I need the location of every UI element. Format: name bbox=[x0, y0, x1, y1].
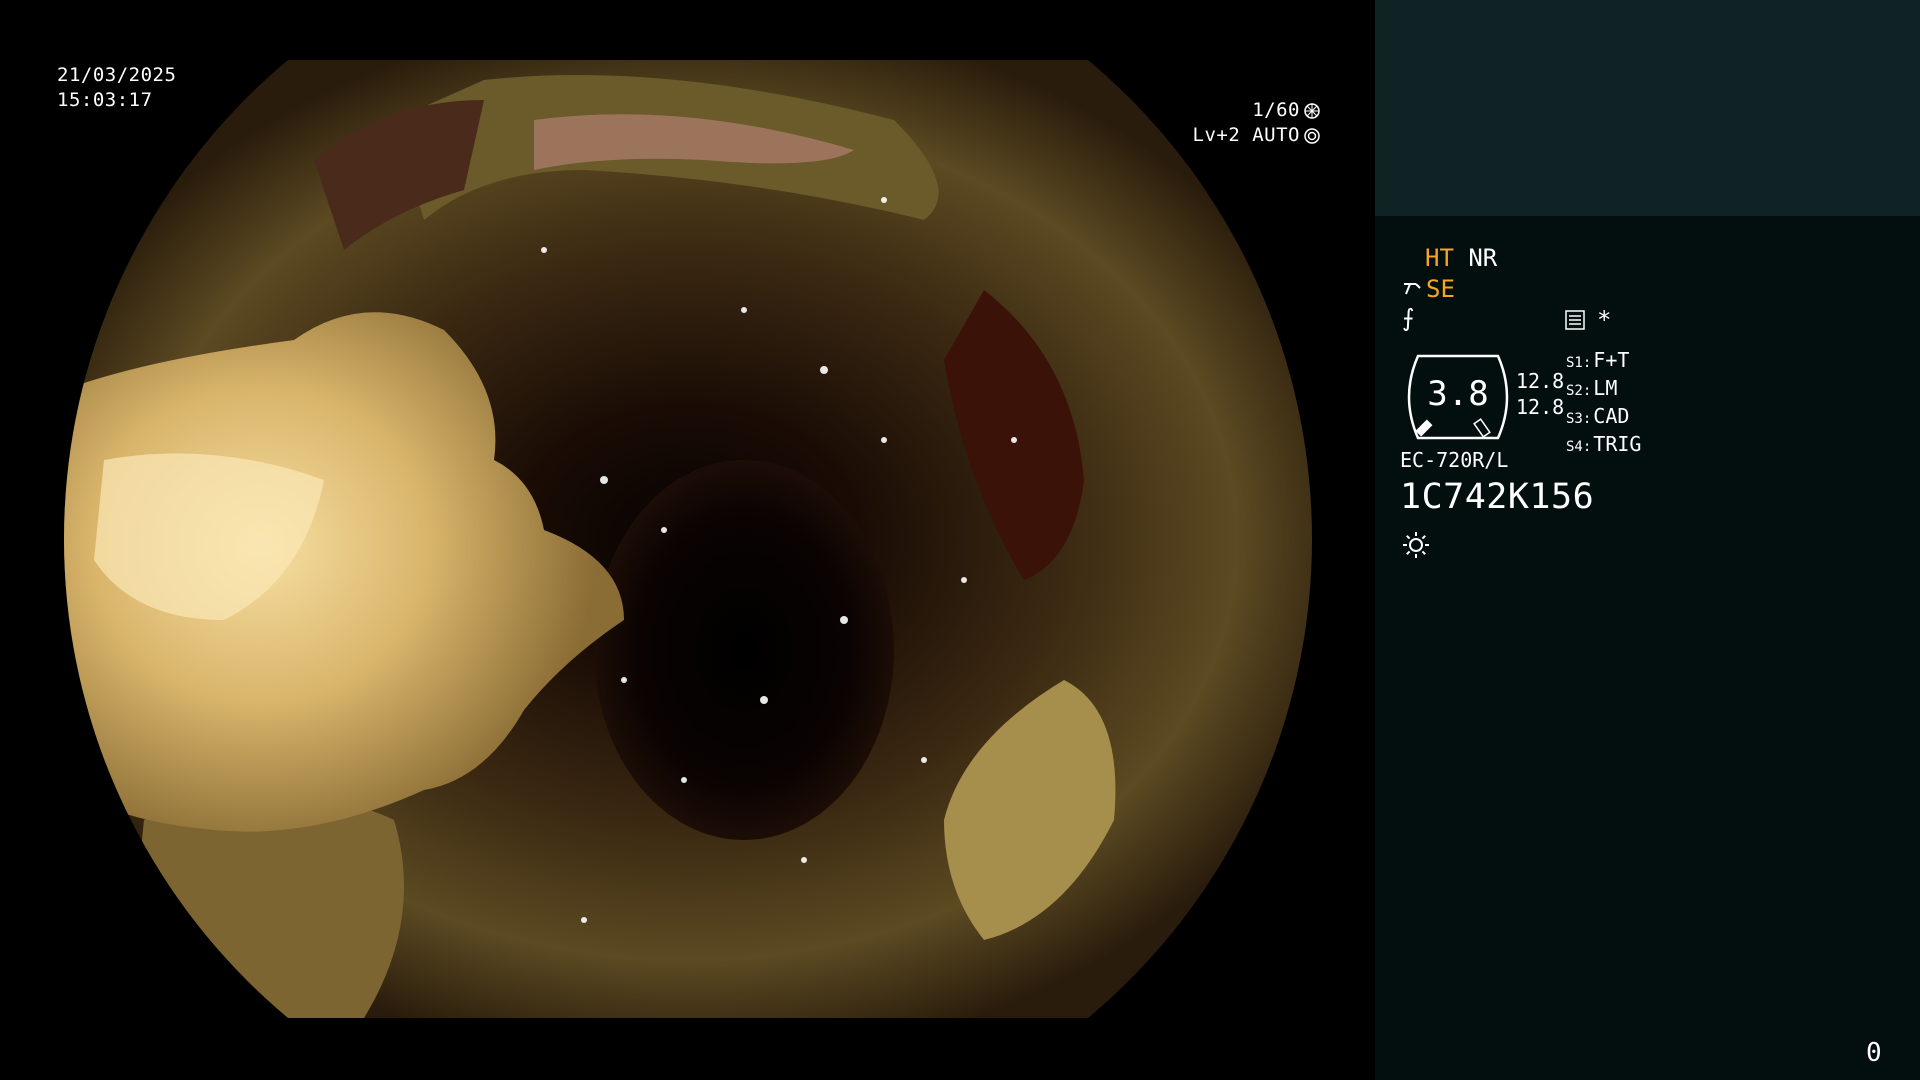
status-icons-row: * bbox=[1565, 305, 1611, 335]
auto-iris-icon bbox=[1304, 127, 1320, 144]
f-function-icon: ⨍ bbox=[1402, 304, 1415, 332]
shutter-icon bbox=[1304, 102, 1320, 119]
gauge-number-1: 12.8 bbox=[1516, 369, 1565, 393]
ht-label: HT bbox=[1425, 244, 1454, 272]
level-auto-text: Lv+2 AUTO bbox=[1192, 124, 1300, 146]
ht-nr-indicator: HT NR bbox=[1425, 243, 1497, 273]
se-indicator: SE bbox=[1402, 274, 1455, 304]
switch-item: S1: F+T bbox=[1566, 348, 1630, 372]
frame-counter: 0 bbox=[1866, 1038, 1882, 1068]
date-time-overlay: 21/03/2025 15:03:17 bbox=[57, 63, 176, 113]
gauge-value: 3.8 bbox=[1427, 374, 1489, 414]
menu-list-icon bbox=[1565, 310, 1585, 330]
se-label: SE bbox=[1426, 275, 1455, 303]
switch-item: S2: LM bbox=[1566, 376, 1618, 400]
info-side-panel: HT NR SE ⨍ * 3.8 12.8 12.8 S1: F+T S2: LM … bbox=[1375, 0, 1920, 1080]
asterisk-indicator: * bbox=[1597, 306, 1612, 334]
exposure-overlay: 1/60 Lv+2 AUTO bbox=[1160, 98, 1320, 148]
brightness-sun-icon bbox=[1403, 532, 1429, 558]
shutter-speed-text: 1/60 bbox=[1252, 99, 1300, 121]
switch-item: S4: TRIG bbox=[1566, 432, 1642, 456]
scope-serial: 1C742K156 bbox=[1400, 477, 1595, 517]
endoscopic-image bbox=[64, 60, 1312, 1018]
side-panel-header-area bbox=[1375, 0, 1920, 216]
scissor-icon bbox=[1404, 283, 1421, 295]
time-text: 15:03:17 bbox=[57, 89, 153, 111]
scope-switch-list: S1: F+T S2: LM S3: CAD S4: TRIG bbox=[1566, 348, 1641, 460]
date-text: 21/03/2025 bbox=[57, 64, 177, 86]
scope-model: EC-720R/L bbox=[1400, 448, 1509, 472]
nr-label: NR bbox=[1468, 244, 1498, 272]
gauge-numbers: 12.8 12.8 bbox=[1516, 368, 1564, 420]
switch-item: S3: CAD bbox=[1566, 404, 1630, 428]
gauge-number-2: 12.8 bbox=[1516, 395, 1565, 419]
endoscope-video-area: 21/03/2025 15:03:17 1/60 Lv+2 AUTO bbox=[0, 0, 1375, 1080]
